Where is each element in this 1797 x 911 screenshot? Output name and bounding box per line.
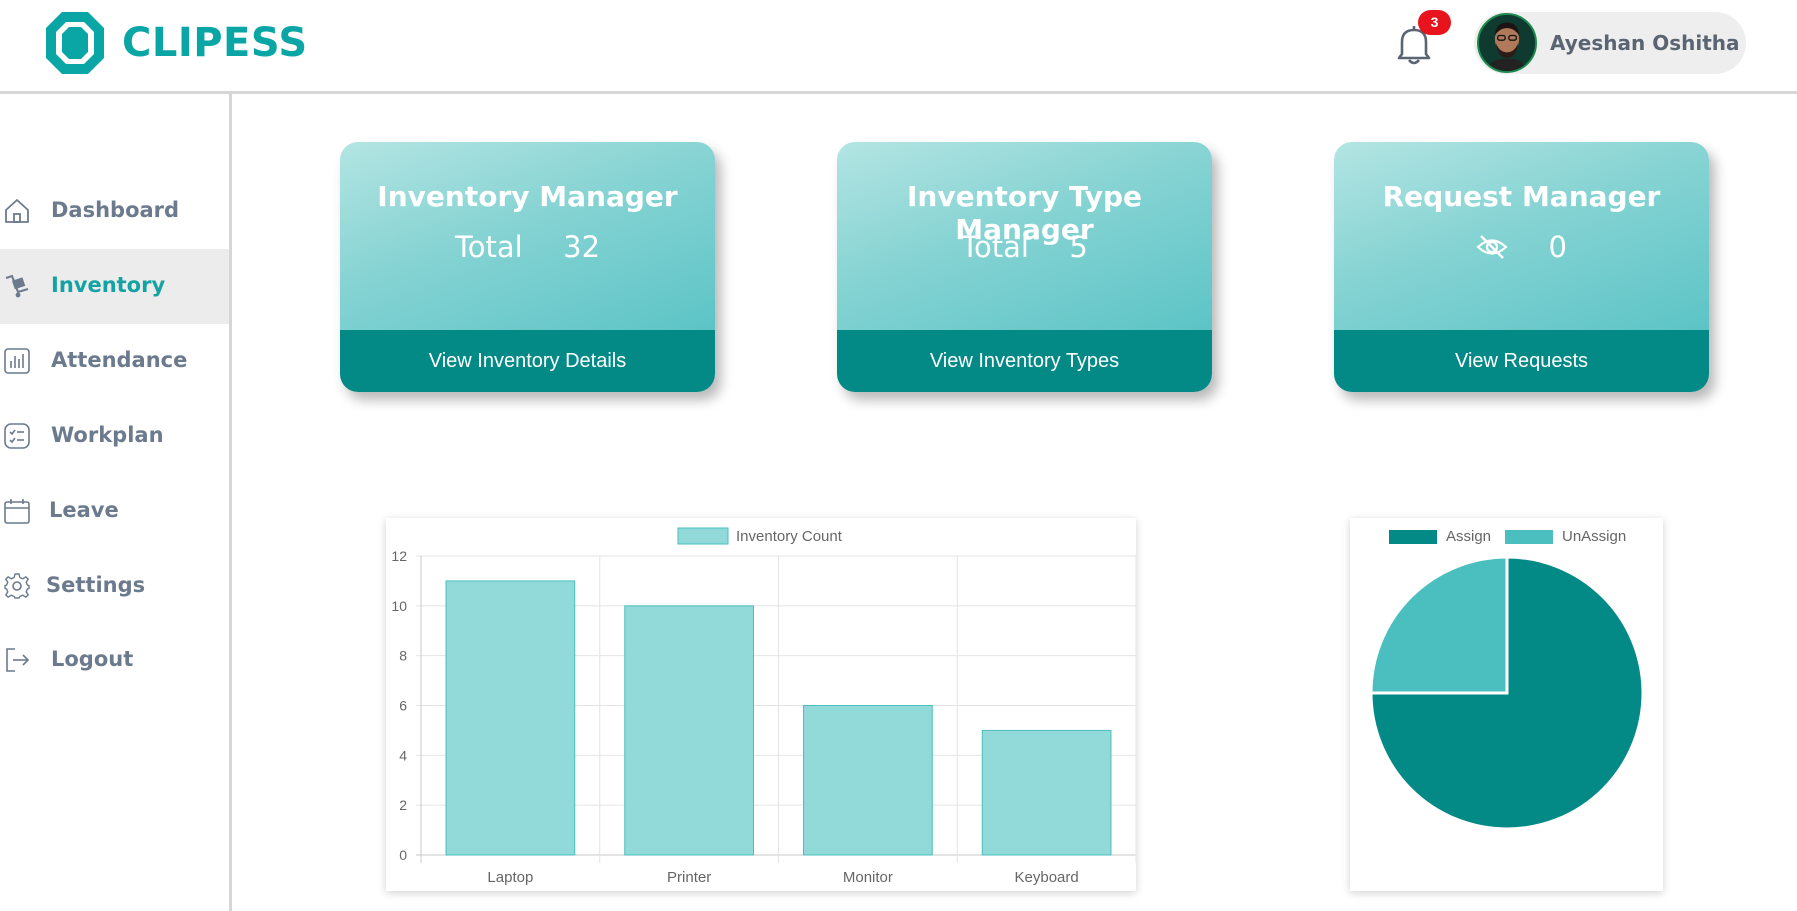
bar-chart: 0 2 4 6 8 10 12 Laptop Printer Monitor Keyboard Inv…: [391, 527, 1137, 886]
sidebar-item-label: Inventory: [51, 273, 166, 297]
avatar: [1477, 13, 1537, 73]
user-name: Ayeshan Oshitha: [1550, 31, 1740, 55]
inventory-count-chart: 0 2 4 6 8 10 12 Laptop Printer Monitor Keyboard Inv…: [386, 518, 1137, 891]
sidebar: Dashboard Inventory Attendance Workplan: [0, 94, 232, 911]
sidebar-item-settings[interactable]: Settings: [0, 549, 229, 624]
home-icon: [5, 199, 29, 223]
top-bar: CLIPESS 3 Ayeshan Oshitha: [0, 0, 1797, 94]
stat-value: 32: [563, 230, 601, 264]
view-requests-button[interactable]: View Requests: [1334, 330, 1709, 392]
checklist-icon: [4, 423, 30, 449]
card-title: Request Manager: [1382, 180, 1661, 213]
y-tick-label: 12: [391, 548, 407, 564]
sidebar-item-label: Settings: [46, 573, 146, 597]
gear-icon: [4, 573, 30, 599]
sidebar-item-label: Dashboard: [51, 198, 180, 222]
y-tick-label: 6: [399, 698, 407, 714]
x-tick-label: Keyboard: [1015, 869, 1079, 886]
x-tick-label: Laptop: [487, 869, 533, 886]
sidebar-item-label: Leave: [49, 498, 119, 522]
logo-text: CLIPESS: [122, 20, 308, 66]
user-menu[interactable]: Ayeshan Oshitha: [1474, 12, 1746, 74]
assignment-pie-chart: Assign UnAssign: [1350, 518, 1663, 891]
stat-value: 5: [1069, 230, 1088, 264]
y-tick-label: 4: [399, 747, 407, 763]
sidebar-item-leave[interactable]: Leave: [0, 474, 229, 549]
bar: [624, 605, 754, 856]
eye-slash-icon: [1476, 235, 1508, 259]
legend-swatch: [677, 527, 729, 545]
card-stat: Total 5: [837, 230, 1212, 264]
view-inventory-details-button[interactable]: View Inventory Details: [340, 330, 715, 392]
inventory-type-manager-card: Inventory Type Manager Total 5 View Inve…: [837, 142, 1212, 392]
bar-chart-icon: [4, 348, 30, 374]
bar: [981, 729, 1112, 856]
sidebar-item-workplan[interactable]: Workplan: [0, 399, 229, 474]
x-tick-label: Printer: [667, 869, 711, 886]
inventory-icon: [5, 274, 29, 298]
notification-badge: 3: [1418, 10, 1451, 35]
sidebar-item-dashboard[interactable]: Dashboard: [0, 174, 229, 249]
card-stat: 0: [1334, 230, 1709, 264]
legend-label: Inventory Count: [736, 528, 843, 545]
sidebar-item-attendance[interactable]: Attendance: [0, 324, 229, 399]
legend-label: UnAssign: [1562, 528, 1626, 545]
y-tick-label: 10: [391, 598, 407, 614]
logout-icon: [6, 648, 30, 672]
sidebar-item-logout[interactable]: Logout: [0, 623, 229, 698]
pie-slice: [1369, 555, 1509, 695]
bar: [445, 580, 576, 856]
stat-value: 0: [1548, 230, 1567, 264]
bar: [803, 705, 933, 856]
sidebar-item-label: Attendance: [51, 348, 188, 372]
legend-label: Assign: [1446, 528, 1491, 545]
y-tick-label: 8: [399, 648, 407, 664]
y-tick-label: 2: [399, 797, 407, 813]
legend-swatch: [1505, 530, 1553, 544]
card-stat: Total 32: [340, 230, 715, 264]
sidebar-item-inventory[interactable]: Inventory: [0, 249, 229, 324]
stat-label: Total: [454, 230, 523, 264]
y-tick-label: 0: [399, 847, 407, 863]
pie-chart: Assign UnAssign: [1369, 528, 1645, 831]
sidebar-item-label: Logout: [51, 647, 134, 671]
stat-label: Total: [961, 230, 1029, 264]
logo-icon: [46, 12, 104, 74]
card-title: Inventory Manager: [377, 180, 678, 213]
legend-swatch: [1389, 530, 1437, 544]
sidebar-item-label: Workplan: [51, 423, 164, 447]
inventory-manager-card: Inventory Manager Total 32 View Inventor…: [340, 142, 715, 392]
x-tick-label: Monitor: [843, 869, 893, 886]
request-manager-card: Request Manager 0 View Requests: [1334, 142, 1709, 392]
view-inventory-types-button[interactable]: View Inventory Types: [837, 330, 1212, 392]
calendar-icon: [4, 499, 30, 524]
